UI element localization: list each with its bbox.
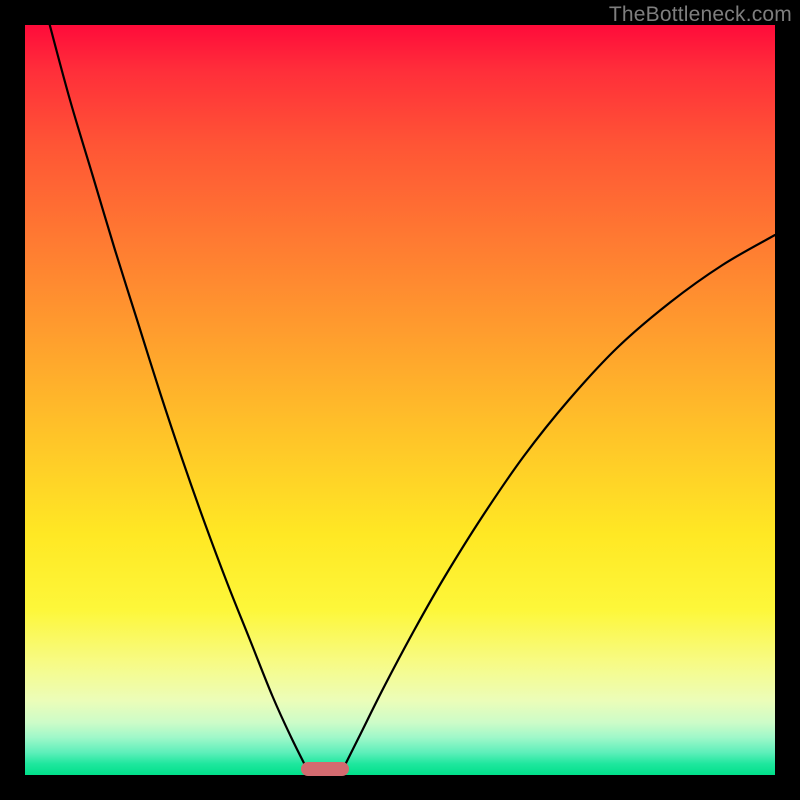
plot-area: [25, 25, 775, 775]
watermark-text: TheBottleneck.com: [609, 3, 792, 27]
left-branch-path: [50, 25, 310, 775]
right-branch-path: [340, 235, 775, 775]
curve-svg: [25, 25, 775, 775]
outer-frame: TheBottleneck.com: [0, 0, 800, 800]
bottleneck-marker: [301, 762, 349, 776]
